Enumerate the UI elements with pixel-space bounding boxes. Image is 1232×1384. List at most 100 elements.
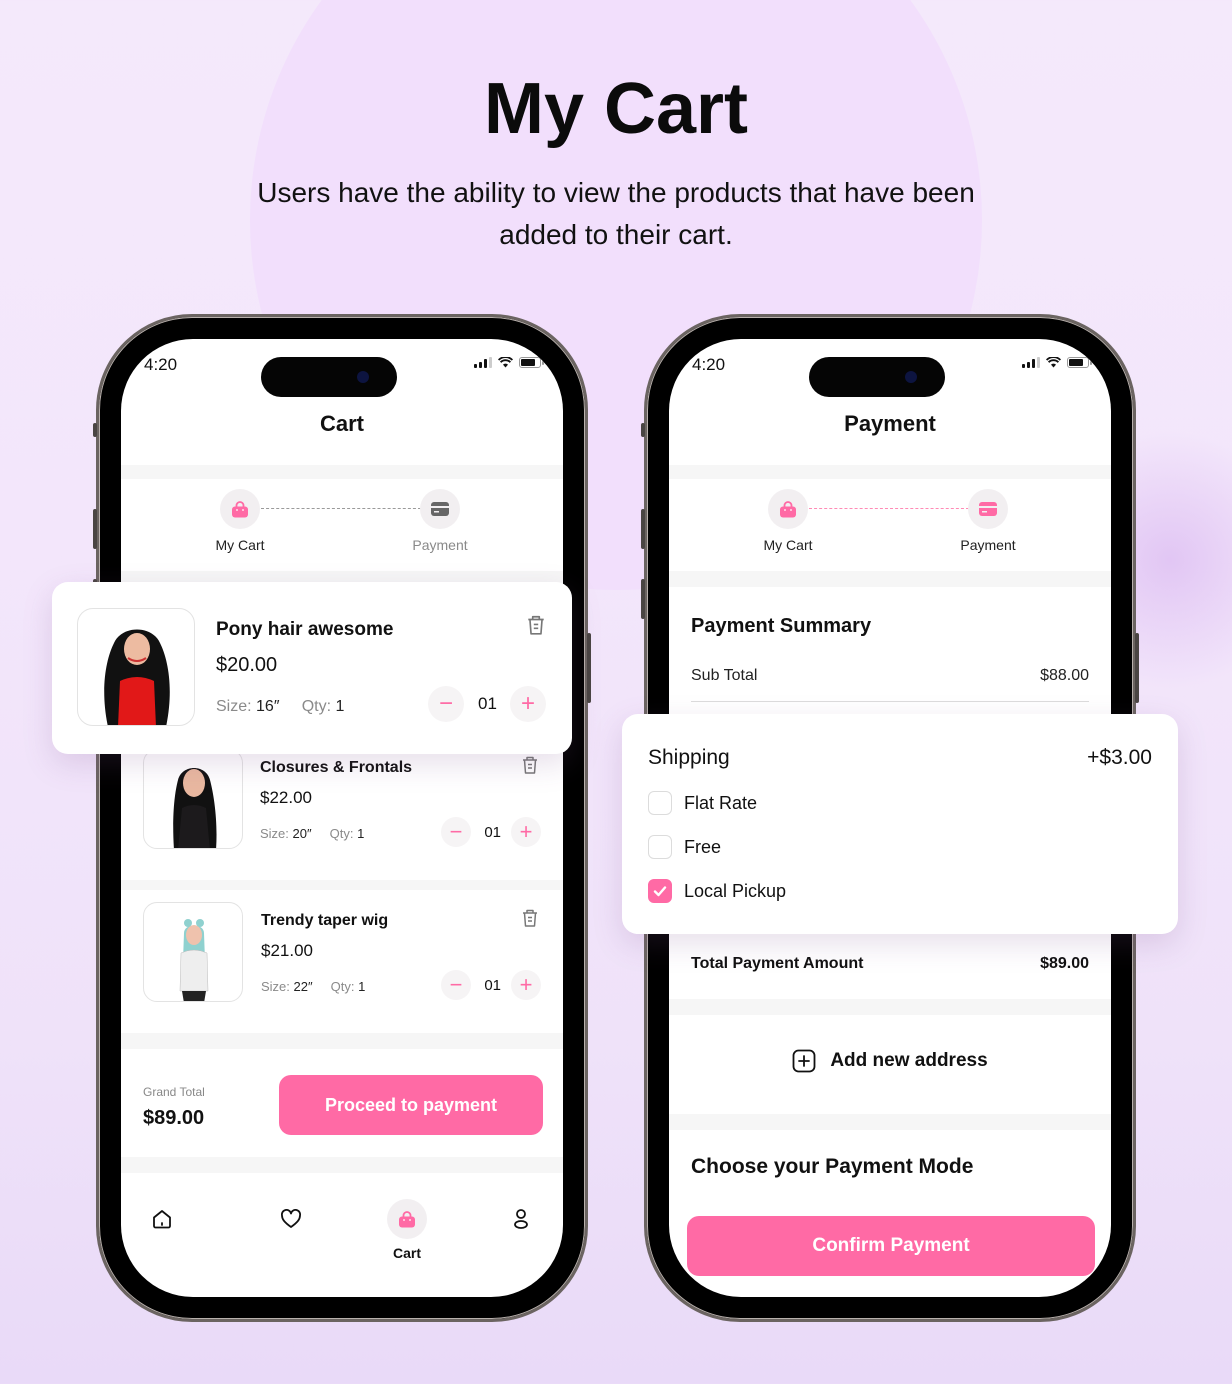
option-label: Local Pickup: [684, 880, 787, 901]
dynamic-island: [809, 357, 945, 397]
add-address-label: Add new address: [830, 1050, 988, 1071]
tab-cart[interactable]: Cart: [387, 1199, 427, 1261]
credit-card-icon: [431, 502, 449, 516]
volume-up-button: [93, 509, 97, 549]
shipping-option-free[interactable]: Free: [648, 835, 721, 859]
sub-total-label: Sub Total: [691, 667, 758, 684]
power-button: [587, 633, 591, 703]
camera-icon: [905, 371, 917, 383]
trash-icon: [523, 756, 537, 774]
tab-profile[interactable]: [501, 1199, 541, 1239]
shipping-amount: +$3.00: [1087, 746, 1152, 769]
shipping-label: Shipping: [648, 746, 730, 769]
cart-item-highlighted: Pony hair awesome $20.00 Size: 16″ Qty: …: [52, 582, 572, 754]
grand-total-value: $89.00: [143, 1107, 205, 1129]
volume-up-button: [641, 509, 645, 549]
signal-icon: [474, 357, 492, 368]
delete-button[interactable]: [521, 908, 541, 930]
signal-icon: [1022, 357, 1040, 368]
product-price: $20.00: [216, 654, 278, 676]
action-button: [641, 423, 645, 437]
option-label: Free: [684, 836, 722, 857]
battery-icon: [519, 357, 544, 368]
status-time: 4:20: [144, 355, 178, 374]
trash-icon: [528, 615, 544, 635]
section-divider: [669, 999, 1111, 1015]
step-my-cart[interactable]: My Cart: [728, 489, 848, 553]
sub-total-value: $88.00: [1040, 667, 1089, 684]
decrease-qty-button[interactable]: −: [441, 817, 471, 847]
qty-value: 01: [478, 694, 497, 713]
proceed-to-payment-button[interactable]: Proceed to payment: [279, 1075, 543, 1135]
section-divider: [121, 465, 563, 479]
phone-cart: 4:20 Cart My Cart Payment Closures & Fro…: [93, 314, 591, 1322]
section-divider: [121, 880, 563, 890]
step-label: My Cart: [215, 537, 265, 553]
heart-icon: [281, 1209, 301, 1228]
shipping-option-flat-rate[interactable]: Flat Rate: [648, 791, 757, 815]
user-icon: [514, 1209, 528, 1229]
section-divider: [669, 465, 1111, 479]
decrease-qty-button[interactable]: −: [428, 686, 464, 722]
sub-total-row: Sub Total $88.00: [691, 667, 1089, 685]
plus-square-icon: [792, 1049, 816, 1073]
checkbox[interactable]: [648, 791, 672, 815]
cart-screen: 4:20 Cart My Cart Payment Closures & Fro…: [121, 339, 563, 1297]
step-label: My Cart: [763, 537, 813, 553]
product-thumbnail[interactable]: [143, 902, 243, 1002]
cart-item: Closures & Frontals $22.00 Size: 20″ Qty…: [121, 749, 563, 879]
product-price: $22.00: [260, 788, 312, 807]
checkout-stepper: My Cart Payment: [121, 489, 563, 569]
increase-qty-button[interactable]: +: [510, 686, 546, 722]
delete-button[interactable]: [526, 614, 546, 636]
hero-subtitle: Users have the ability to view the produ…: [257, 177, 975, 250]
delete-button[interactable]: [521, 755, 541, 777]
step-label: Payment: [412, 537, 468, 553]
step-payment[interactable]: Payment: [928, 489, 1048, 553]
increase-qty-button[interactable]: +: [511, 970, 541, 1000]
page-title: Cart: [319, 411, 364, 436]
cart-item: Trendy taper wig $21.00 Size: 22″ Qty: 1…: [121, 902, 563, 1032]
tab-wishlist[interactable]: [271, 1199, 311, 1239]
total-value: $89.00: [1040, 955, 1089, 972]
qty-value: 01: [484, 977, 501, 994]
product-thumbnail[interactable]: [143, 749, 243, 849]
section-divider: [121, 1157, 563, 1173]
section-divider: [669, 571, 1111, 587]
step-my-cart[interactable]: My Cart: [180, 489, 300, 553]
increase-qty-button[interactable]: +: [511, 817, 541, 847]
product-price: $21.00: [261, 941, 313, 960]
battery-icon: [1067, 357, 1092, 368]
tab-home[interactable]: [142, 1199, 182, 1239]
status-time: 4:20: [692, 355, 726, 374]
wifi-icon: [1046, 357, 1061, 368]
hero-title: My Cart: [483, 69, 749, 149]
product-image: [179, 919, 209, 1001]
action-button: [93, 423, 97, 437]
option-label: Flat Rate: [684, 792, 758, 813]
product-name: Trendy taper wig: [261, 912, 389, 929]
step-payment[interactable]: Payment: [380, 489, 500, 553]
decrease-qty-button[interactable]: −: [441, 970, 471, 1000]
product-name: Pony hair awesome: [216, 619, 394, 640]
shipping-header: Shipping +$3.00: [648, 746, 1152, 770]
add-new-address-button[interactable]: Add new address: [669, 1049, 1111, 1073]
checkbox[interactable]: [648, 835, 672, 859]
section-divider: [121, 1033, 563, 1049]
payment-mode-title: Choose your Payment Mode: [691, 1155, 974, 1178]
credit-card-icon: [979, 502, 997, 516]
product-meta: Size: 20″ Qty: 1: [260, 826, 365, 841]
total-row: Total Payment Amount $89.00: [691, 955, 1089, 973]
dynamic-island: [261, 357, 397, 397]
checkout-stepper: My Cart Payment: [669, 489, 1111, 569]
shopping-bag-icon: [232, 500, 248, 517]
shipping-option-local-pickup[interactable]: Local Pickup: [648, 879, 786, 903]
product-image: [104, 629, 170, 725]
confirm-payment-button[interactable]: Confirm Payment: [687, 1216, 1095, 1276]
payment-summary-title: Payment Summary: [691, 615, 872, 637]
checkbox-checked[interactable]: [648, 879, 672, 903]
product-thumbnail[interactable]: [77, 608, 195, 726]
home-icon: [153, 1210, 171, 1229]
shopping-bag-icon: [399, 1210, 415, 1227]
grand-total-label: Grand Total: [143, 1085, 205, 1099]
